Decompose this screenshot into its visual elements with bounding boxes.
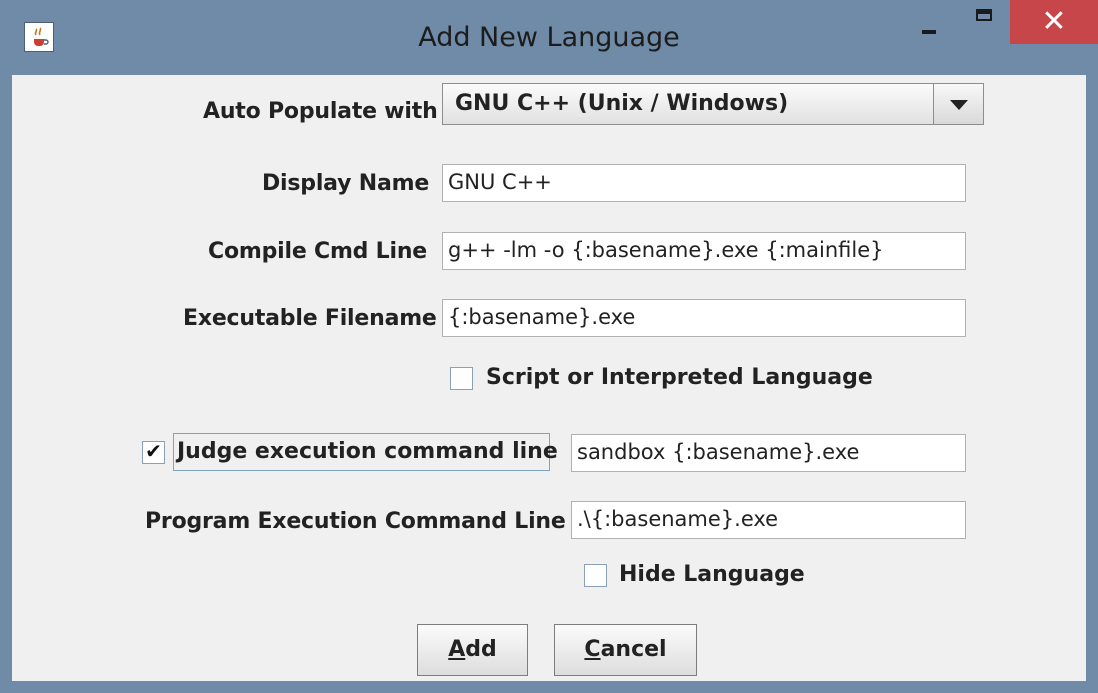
minimize-button[interactable] <box>900 0 960 44</box>
add-mnemonic: A <box>448 637 466 662</box>
auto-populate-label: Auto Populate with <box>203 99 438 124</box>
executable-filename-input[interactable]: {:basename}.exe <box>442 299 966 337</box>
cancel-button-label: ancel <box>600 637 667 662</box>
hide-language-label[interactable]: Hide Language <box>619 562 805 587</box>
script-language-label[interactable]: Script or Interpreted Language <box>486 365 873 390</box>
executable-filename-label: Executable Filename <box>183 306 437 331</box>
add-language-window: Add New Language ✕ Auto Populate with GN… <box>0 0 1098 693</box>
auto-populate-selected-value: GNU C++ (Unix / Windows) <box>455 91 789 116</box>
chevron-down-icon[interactable] <box>933 84 983 124</box>
dialog-content: Auto Populate with GNU C++ (Unix / Windo… <box>12 75 1086 681</box>
judge-execution-label[interactable]: Judge execution command line <box>177 439 558 464</box>
close-button[interactable]: ✕ <box>1010 0 1098 44</box>
add-button-label: dd <box>465 637 497 662</box>
script-language-checkbox[interactable] <box>450 367 473 390</box>
judge-execution-input[interactable]: sandbox {:basename}.exe <box>571 434 966 472</box>
add-button[interactable]: Add <box>417 624 528 676</box>
program-execution-label: Program Execution Command Line <box>145 509 566 534</box>
judge-execution-checkbox[interactable]: ✔ <box>142 441 165 464</box>
auto-populate-select[interactable]: GNU C++ (Unix / Windows) <box>442 83 984 125</box>
title-bar[interactable]: Add New Language ✕ <box>0 0 1098 75</box>
compile-cmd-input[interactable]: g++ -lm -o {:basename}.exe {:mainfile} <box>442 232 966 270</box>
hide-language-checkbox[interactable] <box>584 564 607 587</box>
program-execution-input[interactable]: .\{:basename}.exe <box>571 501 966 539</box>
display-name-input[interactable]: GNU C++ <box>442 164 966 202</box>
maximize-button[interactable] <box>956 0 1014 44</box>
compile-cmd-label: Compile Cmd Line <box>208 239 428 264</box>
display-name-label: Display Name <box>262 171 430 196</box>
cancel-mnemonic: C <box>584 637 601 662</box>
cancel-button[interactable]: Cancel <box>554 624 697 676</box>
